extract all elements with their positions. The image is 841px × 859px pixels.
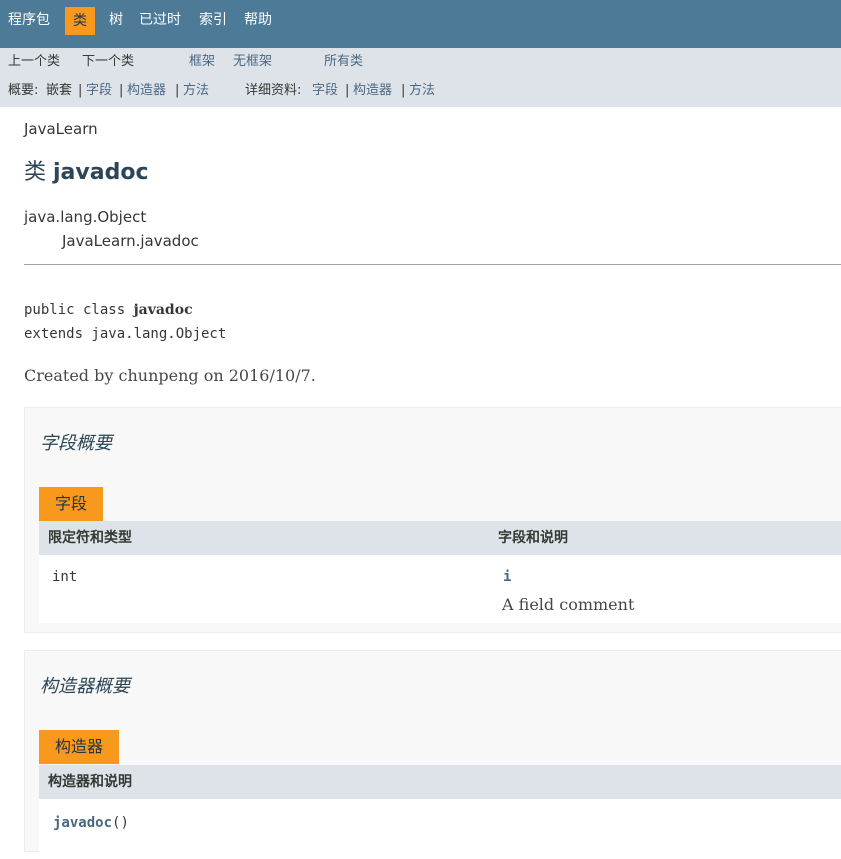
detail-method-link[interactable]: 方法 — [409, 81, 435, 101]
prev-class-link[interactable]: 上一个类 — [8, 52, 60, 72]
next-class-link[interactable]: 下一个类 — [82, 52, 134, 72]
package-name: JavaLearn — [24, 120, 98, 138]
inheritance-parent: java.lang.Object — [24, 208, 147, 226]
table-row: javadoc() — [39, 799, 841, 859]
signature-name: javadoc — [133, 302, 193, 318]
page-title: 类 javadoc — [24, 154, 149, 186]
column-header-constructor: 构造器和说明 — [48, 774, 132, 790]
field-summary-tab: 字段 — [39, 487, 104, 521]
detail-constructor-link[interactable]: 构造器 — [353, 81, 392, 101]
summary-field-link[interactable]: 字段 — [86, 81, 112, 101]
nav-item-help[interactable]: 帮助 — [244, 0, 272, 48]
constructor-table-header: 构造器和说明 — [39, 765, 841, 799]
constructor-summary-tab: 构造器 — [39, 730, 120, 764]
separator: | — [401, 83, 406, 98]
separator: | — [345, 83, 350, 98]
summary-nested: 嵌套 — [46, 83, 73, 98]
frames-link[interactable]: 框架 — [189, 52, 215, 72]
field-summary-section: 字段概要 字段 限定符和类型 字段和说明 int i A field comme… — [24, 407, 841, 633]
field-type: int — [52, 569, 78, 585]
constructor-params: () — [112, 815, 129, 831]
table-row: int i A field comment — [39, 555, 841, 623]
column-header-field: 字段和说明 — [498, 530, 568, 546]
nav-item-class[interactable]: 类 — [65, 7, 95, 35]
class-description: Created by chunpeng on 2016/10/7. — [24, 366, 316, 385]
signature-modifiers: public class — [24, 302, 126, 318]
summary-label: 概要: — [8, 83, 39, 98]
divider — [24, 264, 841, 265]
constructor-summary-heading: 构造器概要 — [40, 676, 130, 697]
class-name: javadoc — [53, 160, 149, 185]
column-header-type: 限定符和类型 — [48, 530, 132, 546]
all-classes-link[interactable]: 所有类 — [324, 52, 363, 72]
top-nav-bar: 程序包 类 树 已过时 索引 帮助 — [0, 0, 841, 48]
title-prefix: 类 — [24, 160, 47, 185]
constructor-link[interactable]: javadoc — [53, 815, 112, 831]
constructor-summary-section: 构造器概要 构造器 构造器和说明 javadoc() — [24, 650, 841, 859]
nav-item-tree[interactable]: 树 — [109, 0, 123, 48]
nav-item-deprecated[interactable]: 已过时 — [139, 0, 181, 48]
nav-item-package[interactable]: 程序包 — [8, 0, 50, 48]
summary-method-link[interactable]: 方法 — [183, 81, 209, 101]
constructor-entry: javadoc() — [53, 812, 129, 831]
field-comment: A field comment — [502, 595, 635, 614]
detail-label: 详细资料: — [245, 83, 302, 98]
field-summary-heading: 字段概要 — [40, 433, 112, 454]
field-name-link[interactable]: i — [503, 569, 511, 585]
no-frames-link[interactable]: 无框架 — [233, 52, 272, 72]
separator: | — [119, 83, 124, 98]
signature-extends: extends java.lang.Object — [24, 326, 227, 342]
sub-nav-bar: 上一个类 下一个类 框架 无框架 所有类 概要: 嵌套 | 字段 | 构造器 |… — [0, 48, 841, 107]
inheritance-child: JavaLearn.javadoc — [62, 232, 199, 250]
summary-constructor-link[interactable]: 构造器 — [127, 81, 166, 101]
nav-item-index[interactable]: 索引 — [199, 0, 227, 48]
separator: | — [175, 83, 180, 98]
field-table-header: 限定符和类型 字段和说明 — [39, 521, 841, 555]
detail-field-link[interactable]: 字段 — [312, 81, 338, 101]
class-signature: public class javadoc — [24, 302, 193, 318]
separator: | — [78, 83, 83, 98]
